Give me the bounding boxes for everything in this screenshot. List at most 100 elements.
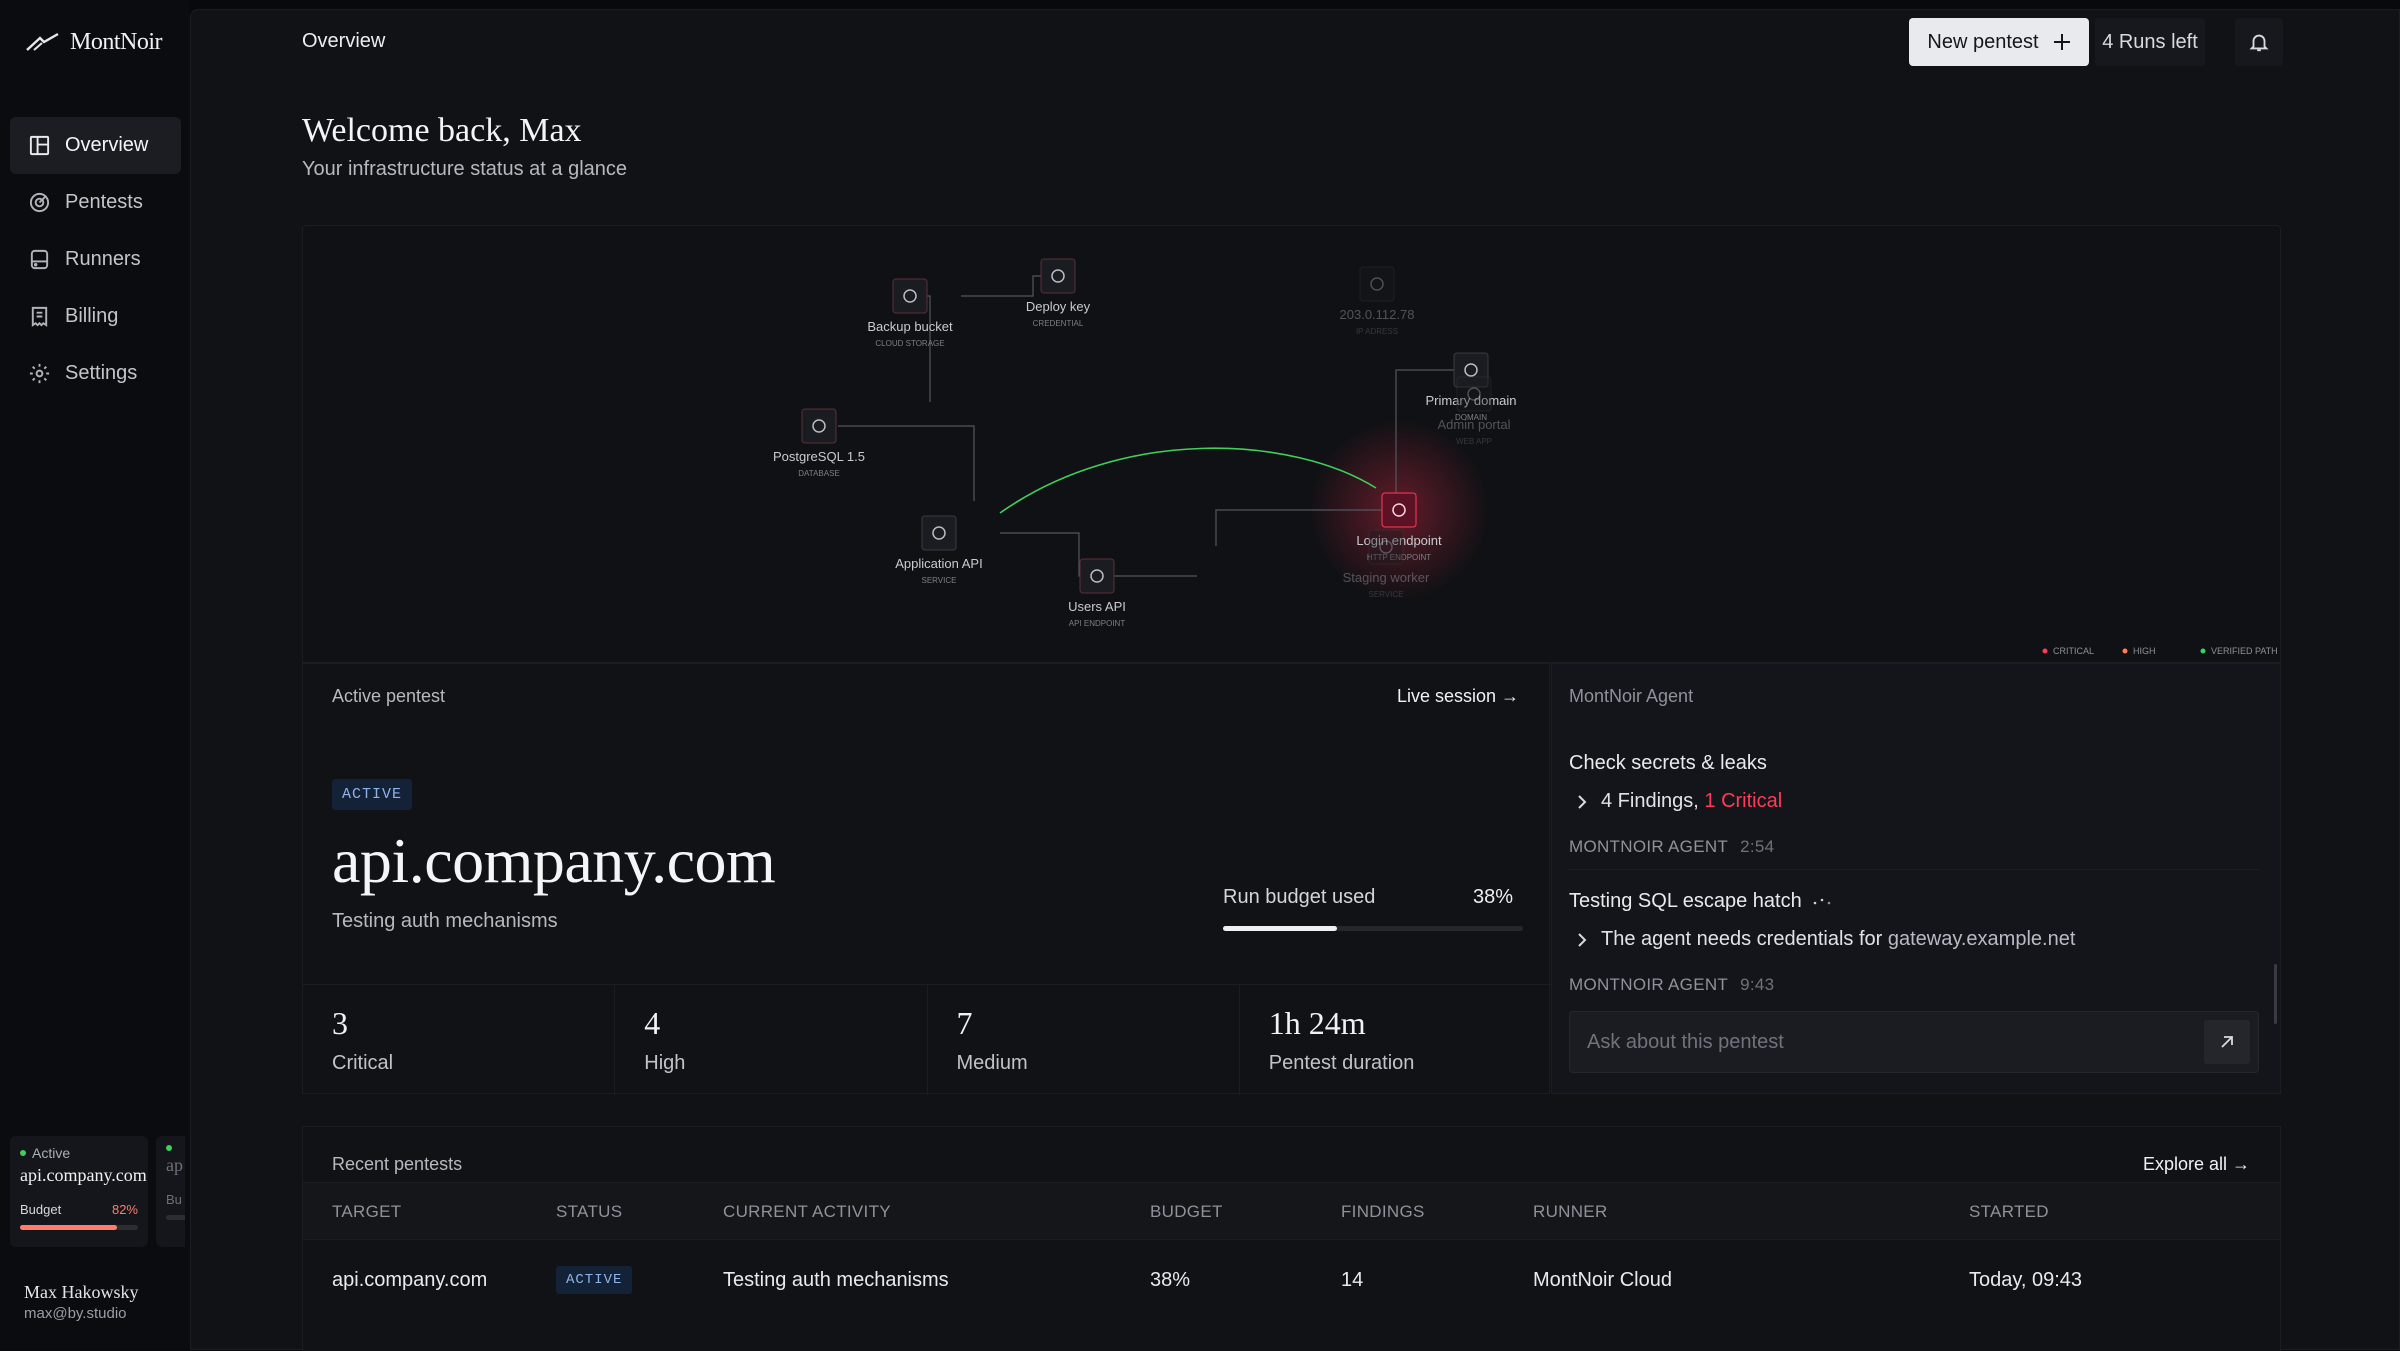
node-type: SERVICE [1369,590,1404,599]
column-header[interactable]: STATUS [556,1183,622,1241]
graph-node-backup-bucket[interactable]: Backup bucket CLOUD STORAGE [867,278,953,348]
infrastructure-graph[interactable]: Backup bucket CLOUD STORAGE Deploy key CRED… [302,225,2281,663]
run-status [166,1145,185,1151]
column-header[interactable]: CURRENT ACTIVITY [723,1183,891,1241]
receipt-icon [31,306,48,327]
new-pentest-label: New pentest [1927,30,2039,53]
stat-value: 1h 24m [1268,1005,1366,1041]
sidebar-item-billing[interactable]: Billing [10,288,181,345]
agent-message[interactable]: Check secrets & leaks 4 Findings, 1 Crit… [1569,752,2259,857]
agent-scrollbar[interactable] [2274,964,2277,1024]
run-budget-label: Bu [166,1192,182,1207]
node-label: Backup bucket [867,319,953,334]
column-header[interactable]: BUDGET [1150,1183,1223,1241]
user-profile[interactable]: Max Hakowsky max@by.studio [24,1282,139,1322]
message-detail[interactable]: 4 Findings, 1 Critical [1569,790,2259,813]
stat-high: 4 High [615,985,928,1095]
column-header[interactable]: FINDINGS [1341,1183,1425,1241]
sidebar-item-settings[interactable]: Settings [10,345,181,402]
detail-host: gateway.example.net [1887,928,2076,950]
run-status: Active [20,1145,138,1161]
active-run-card-peek[interactable]: ap Bu [156,1136,185,1247]
stat-value: 4 [644,1005,661,1041]
node-type: CREDENTIAL [1033,319,1084,328]
legend-label-verified: VERIFIED PATH [2211,646,2278,656]
live-session-link[interactable]: Live session → [1397,686,1519,707]
legend-dot-verified [2200,648,2206,654]
status-dot [20,1150,26,1156]
sidebar-item-label: Overview [65,134,149,156]
message-title-text: Testing SQL escape hatch [1569,890,1802,912]
sidebar-item-label: Pentests [65,191,143,213]
node-type: IP ADRESS [1356,327,1398,336]
run-target: api.company.com [20,1165,147,1185]
legend-label-critical: CRITICAL [2053,646,2094,656]
message-time: 2:54 [1740,837,1775,856]
node-label: Application API [895,556,982,571]
column-header[interactable]: STARTED [1969,1183,2049,1241]
node-type: CLOUD STORAGE [875,339,944,348]
loading-dots-icon [1813,898,1831,904]
welcome-title: Welcome back, Max [302,112,582,149]
logo-text: MontNoir [70,28,163,55]
active-target: api.company.com [332,825,776,896]
run-budget-label: Budget [20,1202,62,1217]
detail-prefix: 4 Findings, [1601,790,1705,812]
server-icon [30,249,49,270]
graph-node-postgresql-1-5[interactable]: PostgreSQL 1.5 DATABASE [773,408,865,478]
active-pentest-panel: Active pentest Live session → ACTIVE api… [302,663,1551,1095]
sidebar-item-runners[interactable]: Runners [10,231,181,288]
detail-prefix: The agent needs credentials for [1601,928,1888,950]
node-type: WEB APP [1456,437,1492,446]
graph-node-deploy-key[interactable]: Deploy key CREDENTIAL [1026,258,1091,328]
message-author: MONTNOIR AGENT [1569,837,1729,856]
active-activity: Testing auth mechanisms [332,910,558,932]
stat-value: 7 [956,1005,973,1041]
cell-target: api.company.com [332,1268,488,1291]
sidebar-item-pentests[interactable]: Pentests [10,174,181,231]
run-target: ap [166,1155,183,1175]
sidebar-item-label: Runners [65,248,141,270]
node-label: Deploy key [1026,299,1091,314]
findings-stats: 3 Critical 4 High 7 Medium 1h 24m Pentest du… [303,984,1551,1095]
notifications-button[interactable] [2235,18,2283,66]
message-author: MONTNOIR AGENT [1569,975,1729,994]
page-title: Overview [302,30,386,52]
mountain-logo-icon [26,32,59,51]
graph-node-users-api[interactable]: Users API API ENDPOINT [1068,558,1126,628]
send-button[interactable] [2204,1020,2250,1064]
run-budget-bar [166,1215,185,1220]
logo[interactable]: MontNoir [26,26,163,58]
message-meta: MONTNOIR AGENT 2:54 [1569,837,2259,857]
sidebar-item-overview[interactable]: Overview [10,117,181,174]
explore-all-link[interactable]: Explore all → [2143,1154,2250,1175]
active-pentest-header: Active pentest [332,686,446,706]
active-run-card[interactable]: Active api.company.com Budget 82% [10,1136,148,1247]
node-type: API ENDPOINT [1069,619,1126,628]
stat-medium: 7 Medium [928,985,1240,1095]
node-label: 203.0.112.78 [1340,307,1415,322]
column-header[interactable]: RUNNER [1533,1183,1608,1241]
stat-critical: 3 Critical [303,985,616,1095]
cell-budget: 38% [1150,1268,1191,1291]
budget-progress-fill [1223,926,1337,931]
chevron-right-icon [1578,932,1587,947]
graph-node-203-0-112-78[interactable]: 203.0.112.78 IP ADRESS [1340,266,1415,336]
layout-icon [29,135,50,156]
run-budget: Budget 82% [20,1202,138,1217]
stat-label: Critical [332,1052,394,1074]
sidebar-item-label: Billing [65,305,119,327]
chevron-right-icon [1578,794,1587,809]
node-label: Admin portal [1438,417,1511,432]
recent-header: Recent pentests [332,1154,463,1174]
node-type: SERVICE [922,576,957,585]
graph-node-application-api[interactable]: Application API SERVICE [895,515,983,585]
node-type: DATABASE [798,469,840,478]
table-row[interactable]: api.company.com ACTIVE Testing auth mech… [303,1240,2280,1320]
column-header[interactable]: TARGET [332,1183,402,1241]
ask-input[interactable]: Ask about this pentest [1569,1011,2259,1073]
message-detail[interactable]: The agent needs credentials for gateway.… [1569,928,2259,951]
user-name: Max Hakowsky [24,1282,139,1302]
agent-message[interactable]: Testing SQL escape hatch The agent needs… [1569,890,2259,995]
new-pentest-button[interactable]: New pentest [1909,18,2089,66]
